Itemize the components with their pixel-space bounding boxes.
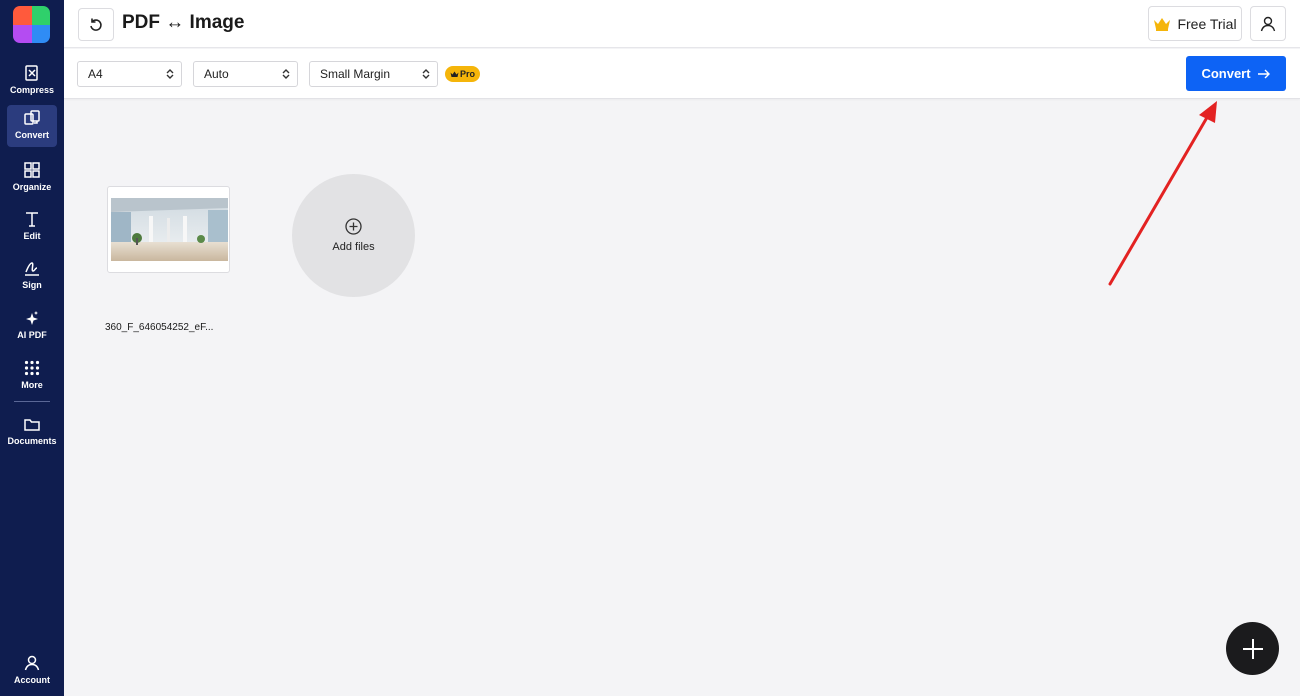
convert-button-label: Convert: [1201, 66, 1251, 81]
add-floating-button[interactable]: [1226, 622, 1279, 675]
page-size-select[interactable]: A4: [77, 61, 182, 87]
sidebar-item-label: Documents: [7, 436, 57, 446]
sidebar-item-label: Sign: [22, 280, 42, 290]
folder-icon: [24, 419, 40, 431]
sidebar-item-edit[interactable]: Edit: [7, 206, 57, 248]
sidebar-item-label: Account: [14, 675, 50, 685]
page-title: PDF ↔ Image: [122, 12, 245, 33]
sidebar-item-label: More: [21, 380, 43, 390]
edit-text-icon: [26, 212, 38, 227]
sign-icon: [25, 262, 39, 276]
orientation-select[interactable]: Auto: [193, 61, 298, 87]
profile-button[interactable]: [1250, 6, 1286, 41]
free-trial-label: Free Trial: [1177, 15, 1237, 32]
sidebar: Compress Convert Organize Edit Sign AI P…: [0, 0, 64, 696]
undo-icon: [90, 18, 102, 31]
crown-icon: [1154, 17, 1171, 31]
select-chevron-icon: [166, 69, 174, 79]
sidebar-item-more[interactable]: More: [7, 355, 57, 397]
margin-value: Small Margin: [320, 67, 391, 81]
sidebar-item-documents[interactable]: Documents: [7, 411, 57, 453]
page-size-value: A4: [88, 67, 103, 81]
plus-icon: [1242, 638, 1263, 659]
sidebar-divider: [14, 401, 50, 402]
select-chevron-icon: [422, 69, 430, 79]
organize-icon: [24, 162, 40, 178]
sidebar-item-ai-pdf[interactable]: AI PDF: [7, 305, 57, 347]
app-logo[interactable]: [13, 6, 50, 43]
file-name: 360_F_646054252_eF...: [105, 322, 214, 333]
file-thumbnail-image: [111, 198, 228, 261]
top-bar: PDF ↔ Image Free Trial: [64, 0, 1300, 48]
sidebar-item-label: Organize: [12, 182, 52, 192]
pro-badge: Pro: [445, 66, 481, 82]
sidebar-item-compress[interactable]: Compress: [7, 60, 57, 102]
pro-badge-label: Pro: [460, 69, 476, 79]
sidebar-item-convert[interactable]: Convert: [7, 105, 57, 147]
file-thumbnail-card[interactable]: [107, 186, 230, 273]
undo-button[interactable]: [78, 8, 114, 41]
select-chevron-icon: [282, 69, 290, 79]
more-grid-icon: [24, 360, 40, 376]
sidebar-item-label: AI PDF: [17, 330, 47, 340]
convert-icon: [24, 110, 40, 125]
add-files-label: Add files: [332, 241, 375, 253]
annotation-arrow: [1108, 101, 1217, 286]
arrow-right-icon: [1257, 69, 1270, 78]
options-toolbar: A4 Auto Small Margin Pro Convert: [64, 49, 1300, 99]
margin-select[interactable]: Small Margin: [309, 61, 438, 87]
crown-icon: [450, 71, 459, 77]
user-icon: [1260, 16, 1276, 31]
sidebar-item-label: Compress: [9, 85, 54, 95]
sidebar-item-label: Edit: [23, 231, 41, 241]
user-icon: [24, 655, 40, 671]
sidebar-item-sign[interactable]: Sign: [7, 255, 57, 297]
sidebar-item-account[interactable]: Account: [7, 650, 57, 692]
add-files-button[interactable]: Add files: [292, 174, 415, 297]
compress-icon: [25, 65, 38, 81]
convert-button[interactable]: Convert: [1186, 56, 1286, 91]
plus-circle-icon: [345, 218, 362, 235]
sidebar-item-label: Convert: [14, 130, 49, 140]
orientation-value: Auto: [204, 67, 229, 81]
sidebar-item-organize[interactable]: Organize: [7, 157, 57, 199]
sparkle-icon: [26, 311, 38, 325]
free-trial-button[interactable]: Free Trial: [1148, 6, 1242, 41]
